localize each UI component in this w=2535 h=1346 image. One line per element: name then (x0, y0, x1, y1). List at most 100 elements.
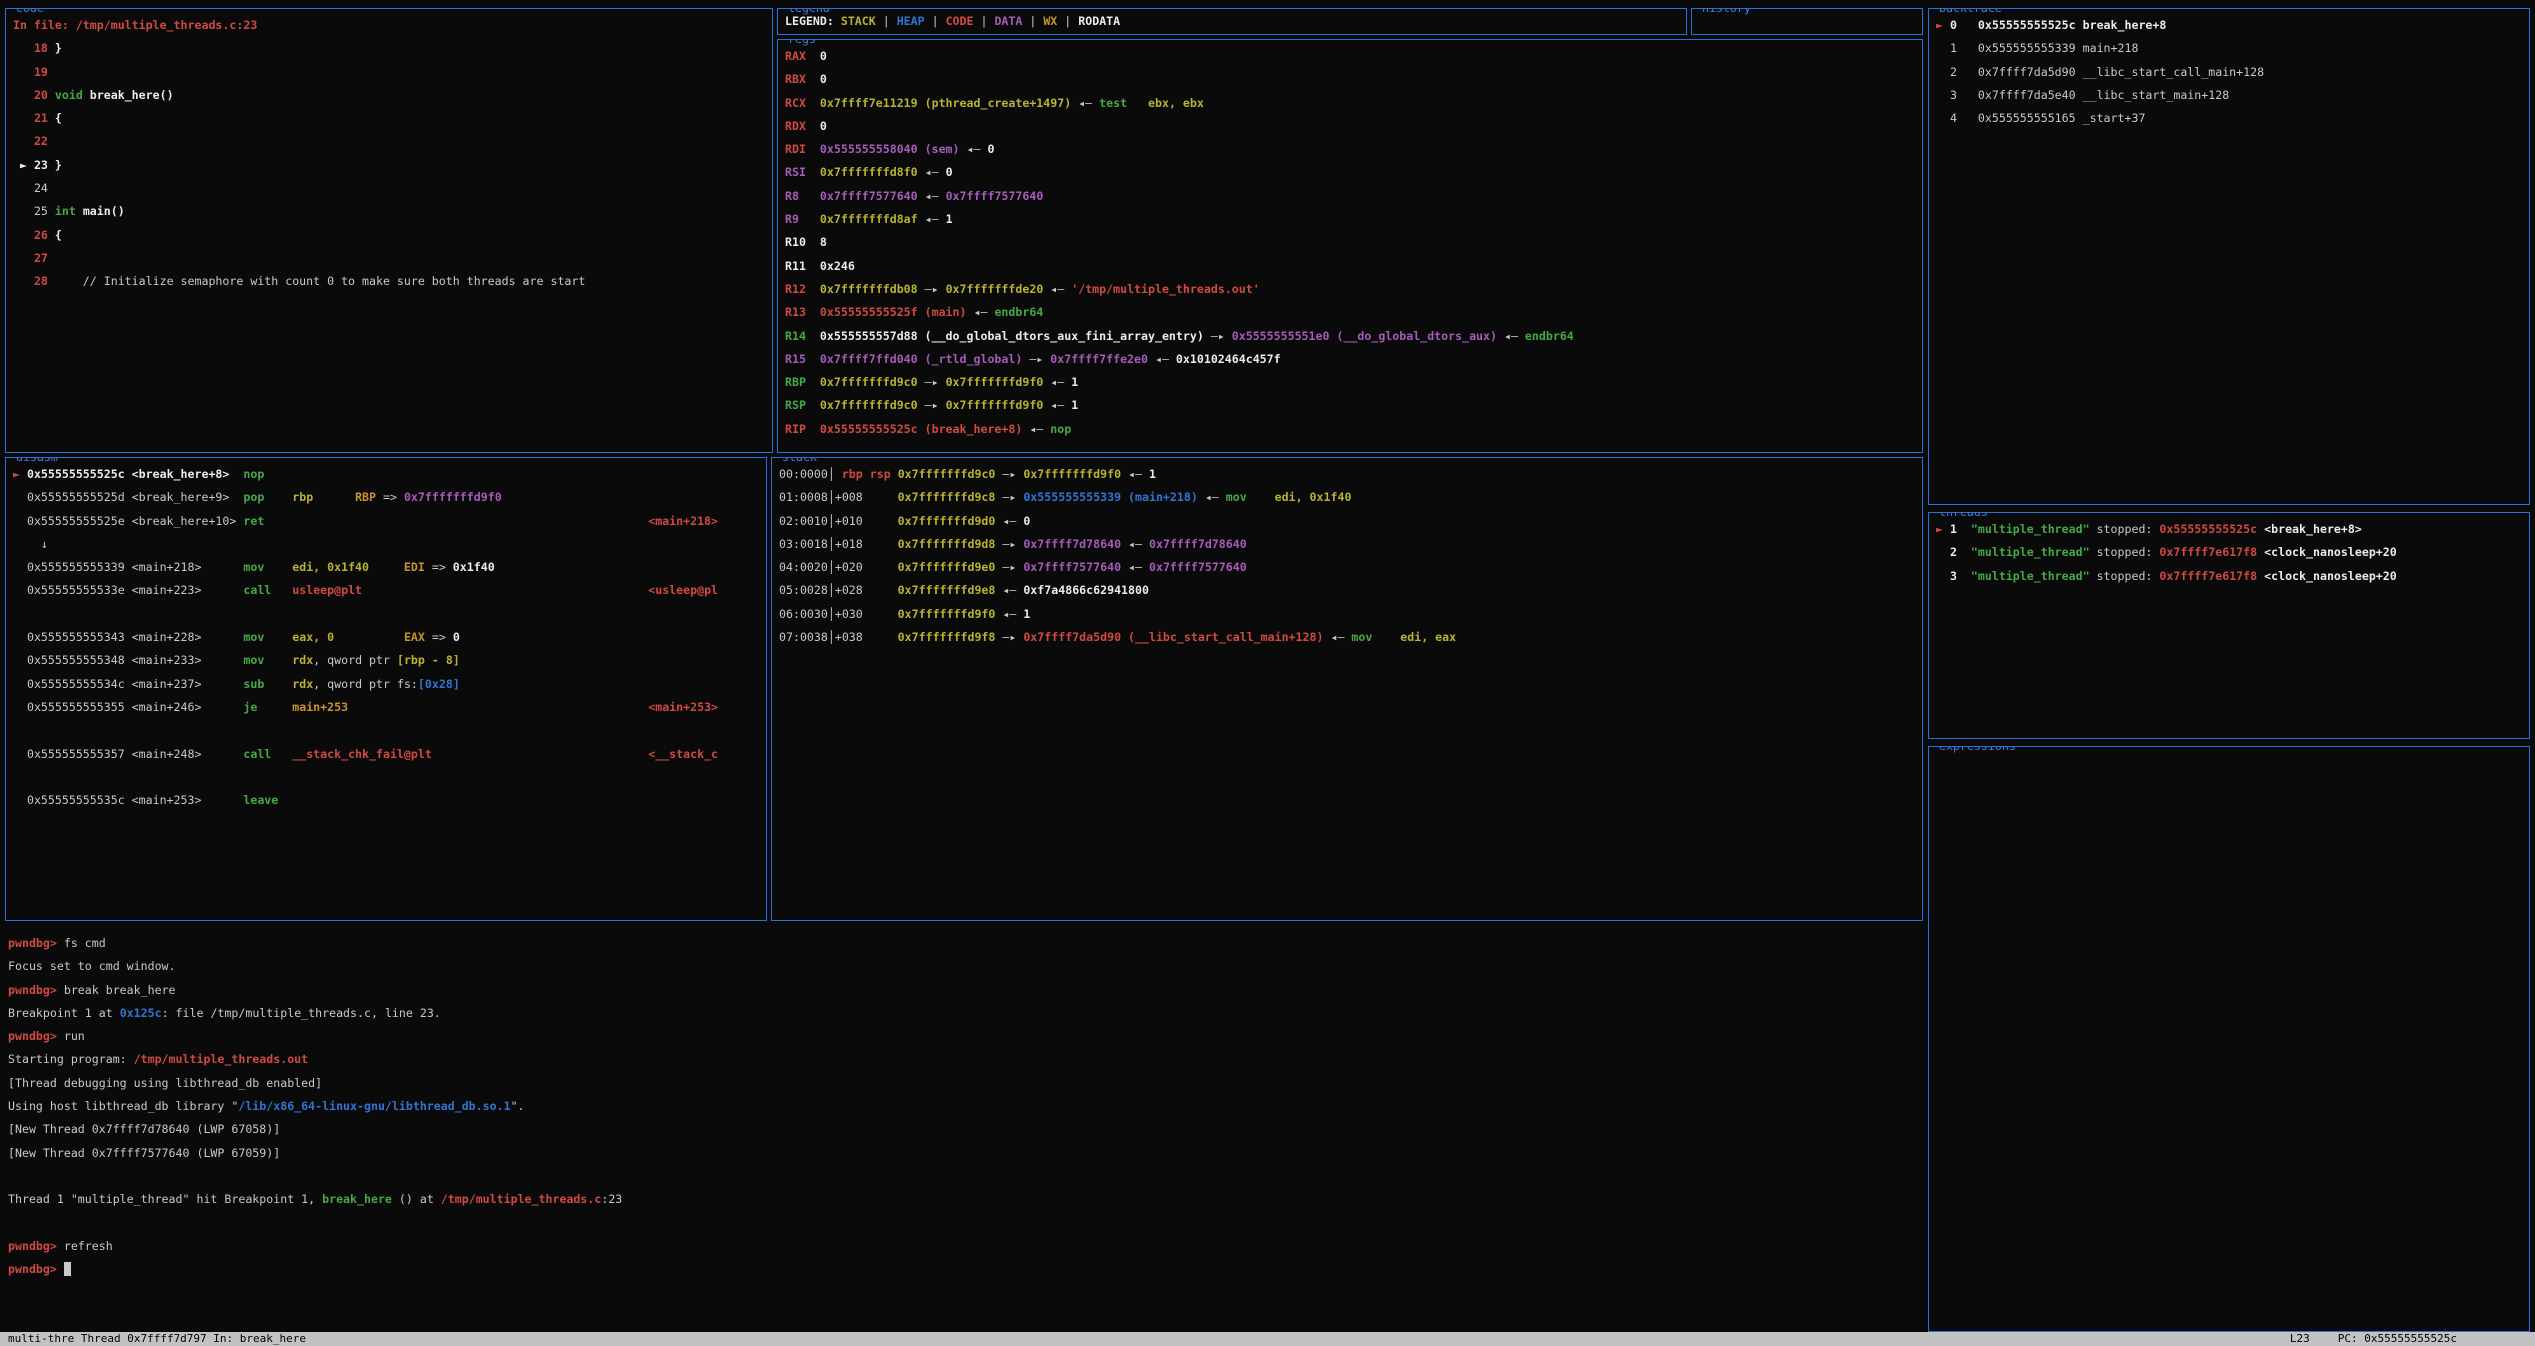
text-segment: —▸ (995, 537, 1023, 551)
text-segment: RAX (785, 49, 806, 63)
stack-line: 05:0028│+028 0x7fffffffd9e8 ◂— 0xf7a4866… (779, 579, 1915, 602)
text-segment: break break_here (64, 983, 176, 997)
text-segment (806, 398, 820, 412)
text-segment: WX (1043, 14, 1057, 28)
text-segment: +038 (835, 630, 863, 644)
text-segment: 0x55555555525c (break_here+8) (820, 422, 1022, 436)
text-segment (201, 677, 243, 691)
disasm-line (13, 766, 759, 789)
text-segment: 0x55555555525c break_here+8 (1978, 18, 2166, 32)
text-segment: () at (392, 1192, 441, 1206)
text-segment (201, 630, 243, 644)
text-segment: 0x7ffff7d78640 (1023, 537, 1121, 551)
text-segment (1957, 18, 1978, 32)
text-segment: 0x7ffff7ffe2e0 (1050, 352, 1148, 366)
disasm-line (13, 719, 759, 742)
backtrace-frame: 2 0x7ffff7da5d90 __libc_start_call_main+… (1936, 61, 2522, 84)
text-segment: 02:0010│ (779, 514, 835, 528)
text-segment (863, 583, 898, 597)
text-segment: 04:0020│ (779, 560, 835, 574)
code-panel: code In file: /tmp/multiple_threads.c:23… (5, 8, 773, 453)
text-segment: 27 (13, 251, 48, 265)
backtrace-view: ► 0 0x55555555525c break_here+8 1 0x5555… (1929, 9, 2529, 135)
disasm-line: 0x555555555339 <main+218> mov edi, 0x1f4… (13, 556, 759, 579)
thread-item: ► 1 "multiple_thread" stopped: 0x5555555… (1936, 518, 2522, 541)
text-segment: 0x10102464c457f (1176, 352, 1281, 366)
text-segment (806, 96, 820, 110)
status-line-indicator: L23 (2290, 1332, 2310, 1345)
terminal-line: pwndbg> fs cmd (8, 932, 1902, 955)
register-line: R14 0x555555557d88 (__do_global_dtors_au… (785, 325, 1915, 348)
threads-panel-title: threads (1936, 512, 1991, 520)
text-segment: RBX (785, 72, 806, 86)
text-segment: RDI (785, 142, 806, 156)
text-segment: +030 (835, 607, 863, 621)
text-segment: run (64, 1029, 85, 1043)
text-segment (1957, 545, 1971, 559)
text-segment: mov (243, 560, 264, 574)
text-segment (891, 467, 898, 481)
text-segment: R15 (785, 352, 806, 366)
text-segment: 0x555555555357 <main+248> (13, 747, 201, 761)
text-segment: 0 (946, 165, 953, 179)
text-segment: 0x7ffff7577640 (820, 189, 918, 203)
source-line: 25 int main() (13, 200, 765, 223)
text-segment: stopped: (2090, 545, 2160, 559)
text-segment: // Initialize semaphore with count 0 to … (48, 274, 585, 288)
text-segment: "multiple_thread" (1971, 569, 2090, 583)
terminal[interactable]: pwndbg> fs cmdFocus set to cmd window.pw… (5, 926, 1905, 1326)
text-segment: usleep@plt (292, 583, 362, 597)
text-segment: 0x7fffffffd9d8 (898, 537, 996, 551)
source-line: ► 23 } (13, 154, 765, 177)
text-segment: nop (243, 467, 264, 481)
text-segment: eax, 0 (292, 630, 334, 644)
text-segment: { (48, 228, 62, 242)
text-segment: 0x7fffffffd9f0 (404, 490, 502, 504)
text-segment: <main+218> (648, 514, 718, 528)
text-segment: Thread 1 "multiple_thread" hit Breakpoin… (8, 1192, 322, 1206)
text-segment (799, 212, 820, 226)
text-segment: 0x7ffff7577640 (946, 189, 1044, 203)
source-line: 22 (13, 130, 765, 153)
source-line: 19 (13, 61, 765, 84)
text-segment: | (974, 14, 995, 28)
text-segment: 0x7ffff7e11219 (pthread_create+1497) (820, 96, 1071, 110)
text-segment (313, 490, 355, 504)
text-segment (806, 165, 820, 179)
text-segment: 0x7fffffffd9d0 (898, 514, 996, 528)
text-segment: fs: (397, 677, 418, 691)
stack-line: 00:0000│ rbp rsp 0x7fffffffd9c0 —▸ 0x7ff… (779, 463, 1915, 486)
text-segment (264, 514, 648, 528)
text-segment: stopped: (2090, 569, 2160, 583)
terminal-line: [Thread debugging using libthread_db ena… (8, 1072, 1902, 1095)
text-segment: 0x7fffffffdb08 (820, 282, 918, 296)
text-segment (806, 259, 820, 273)
text-segment (369, 560, 404, 574)
text-segment: => (425, 560, 453, 574)
disasm-line (13, 603, 759, 626)
expressions-panel-title: expressions (1936, 746, 2019, 754)
text-segment: ◂— (918, 212, 946, 226)
text-segment: | (1057, 14, 1078, 28)
text-segment: ◂— (1071, 96, 1099, 110)
text-segment: —▸ (995, 560, 1023, 574)
register-line: RSP 0x7fffffffd9c0 —▸ 0x7fffffffd9f0 ◂— … (785, 394, 1915, 417)
text-segment: 28 (13, 274, 48, 288)
text-segment: R8 (785, 189, 799, 203)
text-segment: int (55, 204, 76, 218)
text-segment: R9 (785, 212, 799, 226)
stack-line: 01:0008│+008 0x7fffffffd9c8 —▸ 0x5555555… (779, 486, 1915, 509)
text-segment: +020 (835, 560, 863, 574)
status-bar: multi-thre Thread 0x7ffff7d797 In: break… (0, 1332, 2535, 1346)
status-pc: PC: 0x55555555525c (2338, 1332, 2457, 1345)
text-segment: ◂— (1121, 560, 1149, 574)
threads-view: ► 1 "multiple_thread" stopped: 0x5555555… (1929, 513, 2529, 593)
registers-panel-title: regs (785, 39, 819, 47)
text-segment: RIP (785, 422, 806, 436)
expressions-view (1929, 747, 2529, 757)
register-line: R8 0x7ffff7577640 ◂— 0x7ffff7577640 (785, 185, 1915, 208)
text-segment (1957, 522, 1971, 536)
source-line: 27 (13, 247, 765, 270)
text-segment: , (313, 677, 327, 691)
text-segment: pwndbg> (8, 1262, 64, 1276)
